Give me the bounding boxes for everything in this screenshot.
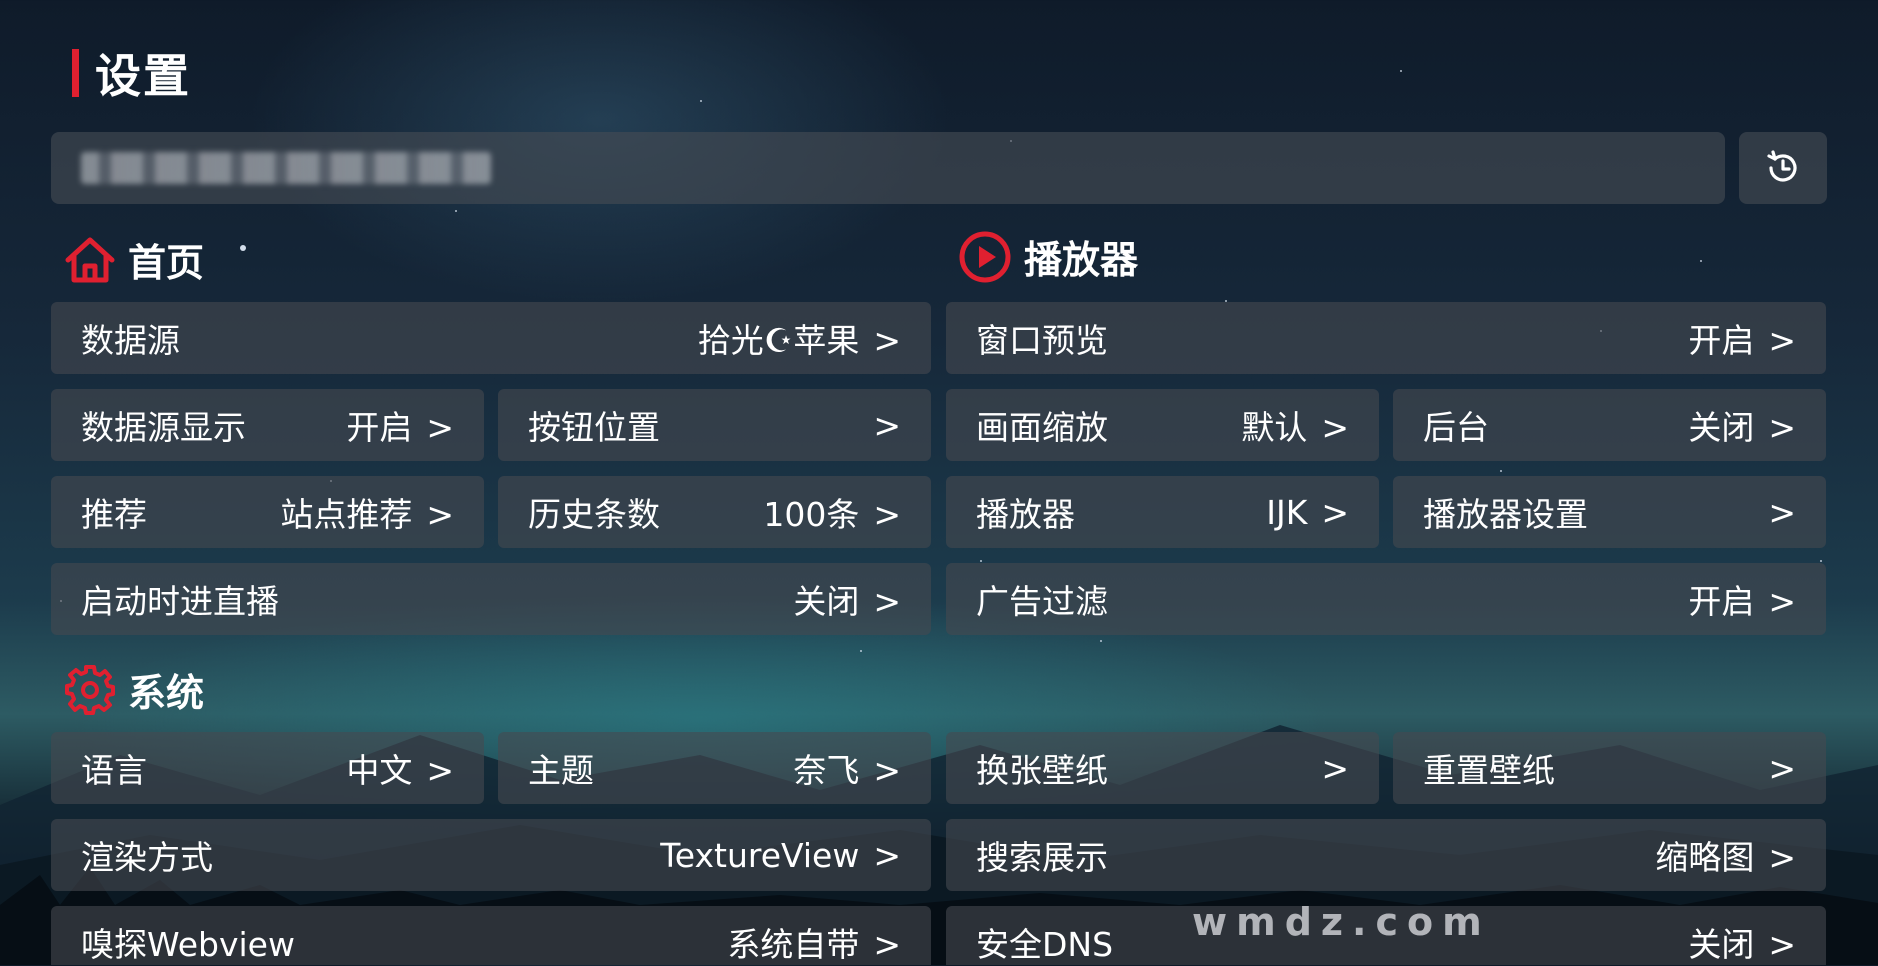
setting-label: 主题 bbox=[528, 751, 594, 790]
chevron-right-icon: > bbox=[1768, 408, 1796, 447]
page-header: 设置 bbox=[72, 40, 191, 106]
title-accent-bar bbox=[72, 49, 79, 97]
chevron-right-icon: > bbox=[1768, 838, 1796, 877]
setting-value: 中文 bbox=[346, 751, 413, 790]
setting-change-wallpaper[interactable]: 换张壁纸 > bbox=[946, 732, 1379, 804]
chevron-right-icon: > bbox=[1768, 492, 1796, 532]
setting-theme[interactable]: 主题 奈飞 > bbox=[498, 732, 931, 804]
setting-label: 搜索展示 bbox=[976, 838, 1108, 877]
chevron-right-icon: > bbox=[1768, 924, 1796, 964]
watermark: wmdz.com bbox=[1192, 900, 1491, 944]
chevron-right-icon: > bbox=[873, 751, 901, 790]
setting-label: 推荐 bbox=[81, 495, 147, 534]
chevron-right-icon: > bbox=[873, 582, 901, 621]
setting-language[interactable]: 语言 中文 > bbox=[51, 732, 484, 804]
setting-value: 关闭 bbox=[1688, 924, 1755, 964]
setting-label: 安全DNS bbox=[976, 924, 1114, 964]
chevron-right-icon: > bbox=[873, 405, 901, 445]
chevron-right-icon: > bbox=[1321, 408, 1349, 447]
chevron-right-icon: > bbox=[1321, 748, 1349, 788]
setting-label: 换张壁纸 bbox=[976, 751, 1108, 790]
setting-recommend[interactable]: 推荐 站点推荐 > bbox=[51, 476, 484, 548]
setting-label: 数据源显示 bbox=[81, 408, 246, 447]
setting-scale[interactable]: 画面缩放 默认 > bbox=[946, 389, 1379, 461]
chevron-right-icon: > bbox=[426, 408, 454, 447]
setting-player[interactable]: 播放器 IJK > bbox=[946, 476, 1379, 548]
setting-datasource[interactable]: 数据源 拾光☪苹果 > bbox=[51, 302, 931, 374]
setting-value: 100条 bbox=[763, 495, 860, 534]
section-player-label: 播放器 bbox=[1024, 238, 1139, 282]
chevron-right-icon: > bbox=[873, 924, 901, 964]
setting-window-preview[interactable]: 窗口预览 开启 > bbox=[946, 302, 1826, 374]
section-home: 首页 bbox=[64, 232, 204, 287]
setting-value: 缩略图 bbox=[1655, 838, 1755, 877]
chevron-right-icon: > bbox=[426, 495, 454, 534]
setting-button-position[interactable]: 按钮位置 > bbox=[498, 389, 931, 461]
section-system-label: 系统 bbox=[128, 671, 205, 715]
setting-background-play[interactable]: 后台 关闭 > bbox=[1393, 389, 1826, 461]
chevron-right-icon: > bbox=[873, 321, 901, 360]
setting-player-settings[interactable]: 播放器设置 > bbox=[1393, 476, 1826, 548]
setting-value: 关闭 bbox=[793, 582, 860, 621]
setting-reset-wallpaper[interactable]: 重置壁纸 > bbox=[1393, 732, 1826, 804]
setting-render-mode[interactable]: 渲染方式 TextureView > bbox=[51, 819, 931, 891]
setting-value: 奈飞 bbox=[793, 751, 860, 790]
setting-label: 嗅探Webview bbox=[81, 924, 295, 964]
blurred-url-text bbox=[81, 152, 491, 184]
setting-label: 历史条数 bbox=[528, 495, 660, 534]
setting-label: 广告过滤 bbox=[976, 582, 1108, 621]
history-icon bbox=[1767, 150, 1797, 182]
setting-value: 系统自带 bbox=[727, 924, 860, 964]
setting-value: 拾光☪苹果 bbox=[697, 321, 860, 360]
chevron-right-icon: > bbox=[873, 495, 901, 534]
setting-label: 后台 bbox=[1423, 408, 1489, 447]
chevron-right-icon: > bbox=[1321, 492, 1349, 532]
setting-label: 语言 bbox=[81, 751, 147, 790]
chevron-right-icon: > bbox=[873, 835, 901, 875]
setting-label: 数据源 bbox=[81, 321, 180, 360]
setting-sniff-webview[interactable]: 嗅探Webview 系统自带 > bbox=[51, 906, 931, 965]
chevron-right-icon: > bbox=[1768, 582, 1796, 621]
page-title: 设置 bbox=[95, 49, 191, 103]
history-button[interactable] bbox=[1739, 132, 1827, 204]
chevron-right-icon: > bbox=[426, 751, 454, 790]
setting-label: 播放器设置 bbox=[1423, 495, 1588, 534]
setting-value: 默认 bbox=[1241, 408, 1308, 447]
setting-value: TextureView bbox=[660, 835, 860, 875]
setting-label: 窗口预览 bbox=[976, 321, 1108, 360]
play-circle-icon bbox=[959, 231, 1011, 282]
setting-search-display[interactable]: 搜索展示 缩略图 > bbox=[946, 819, 1826, 891]
setting-label: 播放器 bbox=[976, 495, 1075, 534]
gear-icon bbox=[65, 664, 115, 715]
setting-value: 开启 bbox=[346, 408, 413, 447]
setting-history-count[interactable]: 历史条数 100条 > bbox=[498, 476, 931, 548]
setting-label: 启动时进直播 bbox=[81, 582, 279, 621]
setting-value: 开启 bbox=[1688, 321, 1755, 360]
section-system: 系统 bbox=[64, 662, 204, 717]
setting-value: 关闭 bbox=[1688, 408, 1755, 447]
setting-value: IJK bbox=[1266, 492, 1308, 532]
setting-label: 按钮位置 bbox=[528, 408, 660, 447]
datasource-url-field[interactable] bbox=[51, 132, 1725, 204]
setting-label: 渲染方式 bbox=[81, 838, 213, 877]
setting-value: 开启 bbox=[1688, 582, 1755, 621]
section-home-label: 首页 bbox=[128, 241, 205, 285]
setting-live-on-start[interactable]: 启动时进直播 关闭 > bbox=[51, 563, 931, 635]
home-icon bbox=[65, 237, 115, 282]
setting-label: 重置壁纸 bbox=[1423, 751, 1555, 790]
chevron-right-icon: > bbox=[1768, 748, 1796, 788]
setting-datasource-display[interactable]: 数据源显示 开启 > bbox=[51, 389, 484, 461]
setting-ad-filter[interactable]: 广告过滤 开启 > bbox=[946, 563, 1826, 635]
setting-value: 站点推荐 bbox=[280, 495, 413, 534]
setting-label: 画面缩放 bbox=[976, 408, 1108, 447]
chevron-right-icon: > bbox=[1768, 321, 1796, 360]
section-player: 播放器 bbox=[958, 229, 1138, 284]
